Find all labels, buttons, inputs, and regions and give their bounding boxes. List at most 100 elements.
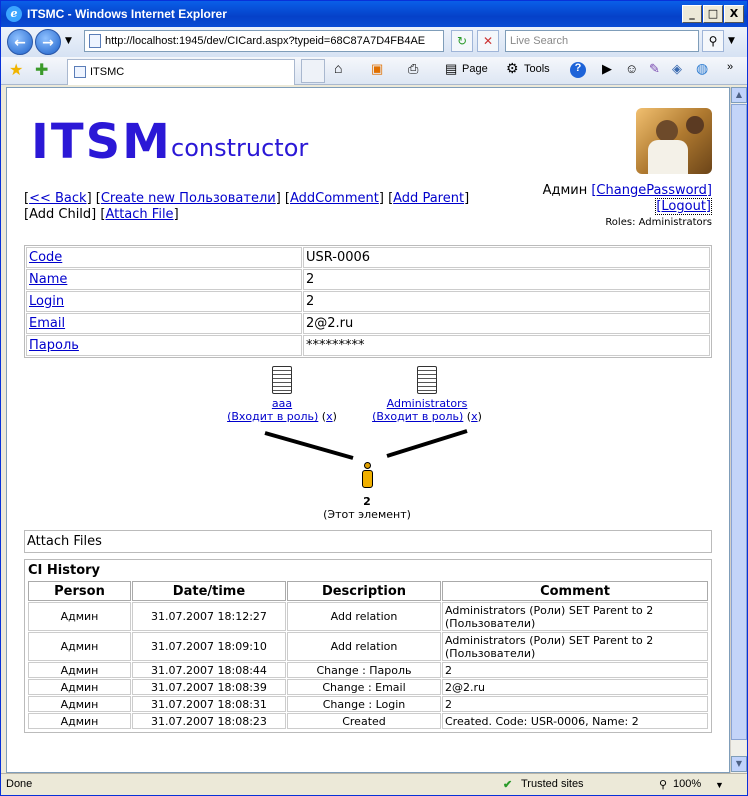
attr-key-code[interactable]: Code bbox=[29, 250, 62, 265]
messenger-icon[interactable]: ☺ bbox=[625, 61, 638, 76]
globe-icon[interactable]: ◍ bbox=[696, 60, 708, 77]
zoom-dropdown-icon[interactable]: ▼ bbox=[715, 780, 724, 790]
attr-key-name[interactable]: Name bbox=[29, 272, 67, 287]
attr-value-email: 2@2.ru bbox=[303, 313, 710, 334]
attr-value-code: USR-0006 bbox=[303, 247, 710, 268]
add-favorites-icon[interactable]: ✚ bbox=[35, 60, 48, 79]
col-header: Date/time bbox=[132, 581, 286, 601]
parent-link-aaa[interactable]: aaa bbox=[272, 397, 292, 410]
history-table: Person Date/time Description Comment Адм… bbox=[27, 580, 709, 730]
tools-menu[interactable]: Tools bbox=[524, 63, 550, 75]
send-icon[interactable]: ◈ bbox=[672, 61, 682, 77]
zoom-icon[interactable]: ⚲ bbox=[659, 778, 667, 791]
cell-person: Админ bbox=[28, 632, 131, 661]
minimize-button[interactable]: _ bbox=[682, 5, 702, 23]
relation-line bbox=[386, 429, 468, 458]
address-url: http://localhost:1945/dev/CICard.aspx?ty… bbox=[105, 35, 426, 47]
blog-icon[interactable]: ✎ bbox=[649, 61, 660, 77]
self-name: 2 bbox=[363, 495, 371, 508]
logout-link[interactable]: [Logout] bbox=[655, 198, 712, 215]
change-password-link[interactable]: [ChangePassword] bbox=[591, 183, 712, 198]
tab-itsmc[interactable]: ITSMC bbox=[67, 59, 295, 85]
search-icon[interactable]: ⚲ bbox=[702, 30, 724, 52]
scroll-thumb[interactable] bbox=[731, 104, 747, 740]
favorites-star-icon[interactable]: ★ bbox=[9, 60, 23, 79]
table-row: Админ 31.07.2007 18:08:39 Change : Email… bbox=[28, 679, 708, 695]
stop-icon[interactable]: ✕ bbox=[477, 30, 499, 52]
table-row: Code USR-0006 bbox=[26, 247, 710, 268]
home-icon[interactable]: ⌂ bbox=[334, 60, 342, 76]
cell-person: Админ bbox=[28, 696, 131, 712]
scroll-up-icon[interactable]: ▲ bbox=[731, 87, 747, 103]
attr-key-password[interactable]: Пароль bbox=[29, 338, 79, 353]
search-options-icon[interactable]: ▼ bbox=[728, 36, 735, 46]
tools-gear-icon[interactable]: ⚙ bbox=[506, 60, 519, 77]
cell-description: Created bbox=[287, 713, 441, 729]
cell-datetime: 31.07.2007 18:08:39 bbox=[132, 679, 286, 695]
relation-link[interactable]: (Входит в роль) bbox=[372, 410, 463, 423]
address-bar[interactable]: http://localhost:1945/dev/CICard.aspx?ty… bbox=[84, 30, 444, 52]
col-header: Comment bbox=[442, 581, 708, 601]
scroll-down-icon[interactable]: ▼ bbox=[731, 756, 747, 772]
roles-text: Roles: Administrators bbox=[605, 217, 712, 228]
close-button[interactable]: X bbox=[724, 5, 744, 23]
cell-comment: Administrators (Роли) SET Parent to 2 (П… bbox=[442, 602, 708, 631]
zoom-level[interactable]: 100% bbox=[673, 778, 701, 790]
check-icon: ✔ bbox=[503, 779, 513, 791]
relation-line bbox=[264, 431, 354, 460]
cell-datetime: 31.07.2007 18:08:44 bbox=[132, 662, 286, 678]
attr-key-login[interactable]: Login bbox=[29, 294, 64, 309]
maximize-button[interactable]: □ bbox=[703, 5, 723, 23]
cell-datetime: 31.07.2007 18:09:10 bbox=[132, 632, 286, 661]
attr-value-login: 2 bbox=[303, 291, 710, 312]
page-menu-icon[interactable]: ▤ bbox=[445, 61, 457, 77]
add-child-text: Add Child bbox=[29, 207, 92, 222]
logo-itsm: ITSM bbox=[31, 114, 172, 170]
cell-datetime: 31.07.2007 18:12:27 bbox=[132, 602, 286, 631]
history-dropdown-icon[interactable]: ▼ bbox=[65, 36, 72, 46]
attach-files-section: Attach Files bbox=[24, 530, 712, 553]
attributes-table: Code USR-0006 Name 2 Login 2 Email 2@2.ru Па… bbox=[24, 245, 712, 358]
cell-description: Change : Email bbox=[287, 679, 441, 695]
tab-favicon-icon bbox=[74, 66, 86, 78]
attr-key-email[interactable]: Email bbox=[29, 316, 65, 331]
search-input[interactable]: Live Search bbox=[505, 30, 699, 52]
attach-files-title: Attach Files bbox=[27, 534, 102, 549]
logo-constructor: constructor bbox=[171, 134, 309, 162]
attr-value-name: 2 bbox=[303, 269, 710, 290]
navigation-bar: ← → ▼ http://localhost:1945/dev/CICard.a… bbox=[1, 27, 747, 57]
parent-link-administrators[interactable]: Administrators bbox=[387, 397, 468, 410]
person-icon bbox=[361, 462, 373, 492]
refresh-icon[interactable]: ↻ bbox=[451, 30, 473, 52]
back-arrow-icon[interactable]: ← bbox=[7, 29, 33, 55]
back-link[interactable]: << Back bbox=[29, 191, 86, 206]
forward-arrow-icon[interactable]: → bbox=[35, 29, 61, 55]
self-node: 2 (Этот элемент) bbox=[307, 462, 427, 521]
research-icon[interactable]: ▶ bbox=[602, 61, 612, 77]
relation-link[interactable]: (Входит в роль) bbox=[227, 410, 318, 423]
add-comment-link[interactable]: AddComment bbox=[290, 191, 379, 206]
vertical-scrollbar[interactable]: ▲ ▼ bbox=[730, 87, 747, 773]
feeds-icon[interactable]: ▣ bbox=[371, 61, 383, 77]
tab-label: ITSMC bbox=[90, 66, 125, 78]
browser-window: e ITSMC - Windows Internet Explorer _ □ … bbox=[0, 0, 748, 796]
new-tab-button[interactable] bbox=[301, 59, 325, 83]
create-new-link[interactable]: Create new Пользователи bbox=[101, 191, 276, 206]
table-row: Админ 31.07.2007 18:09:10 Add relation A… bbox=[28, 632, 708, 661]
add-parent-link[interactable]: Add Parent bbox=[393, 191, 464, 206]
ci-history-section: CI History Person Date/time Description … bbox=[24, 559, 712, 733]
cell-person: Админ bbox=[28, 662, 131, 678]
help-icon[interactable]: ? bbox=[570, 62, 586, 78]
toolbar-overflow-icon[interactable]: » bbox=[727, 61, 733, 73]
page-icon bbox=[89, 34, 101, 48]
print-icon[interactable]: ⎙ bbox=[408, 61, 418, 77]
cell-datetime: 31.07.2007 18:08:23 bbox=[132, 713, 286, 729]
cell-description: Add relation bbox=[287, 632, 441, 661]
page-menu[interactable]: Page bbox=[462, 63, 488, 75]
table-row: Email 2@2.ru bbox=[26, 313, 710, 334]
attach-file-link[interactable]: Attach File bbox=[105, 207, 173, 222]
remove-relation-link[interactable]: x bbox=[471, 410, 478, 423]
table-row: Login 2 bbox=[26, 291, 710, 312]
remove-relation-link[interactable]: x bbox=[326, 410, 333, 423]
ci-history-title: CI History bbox=[28, 563, 101, 578]
